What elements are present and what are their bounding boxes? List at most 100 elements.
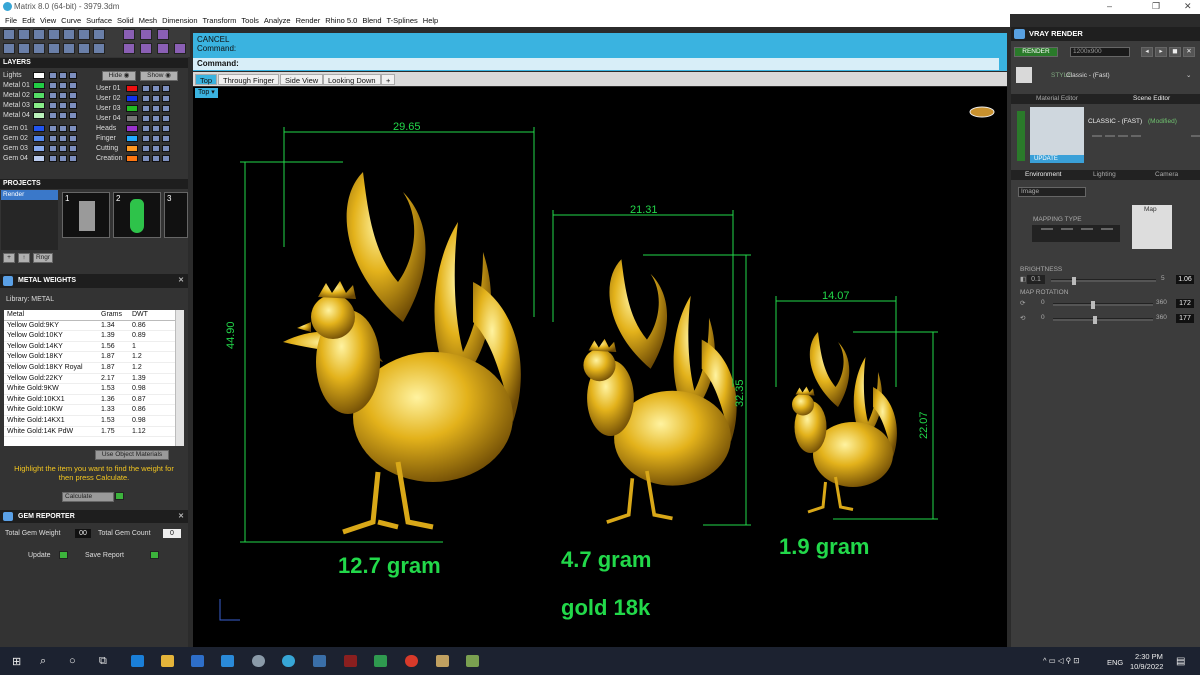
layer-name[interactable]: User 02 [96,94,121,103]
layer-color-swatch[interactable] [33,112,45,119]
tool-icon[interactable] [157,43,169,54]
tool-icon[interactable] [3,29,15,40]
command-input[interactable]: Command: [193,58,999,70]
tool-icon[interactable] [63,43,75,54]
table-row[interactable]: White Gold:14KX1 1.53 0.98 [4,416,184,427]
layer-select-icon[interactable] [162,85,170,92]
rhino-icon[interactable] [252,655,265,667]
save-report-go-icon[interactable] [150,551,159,559]
notification-icon[interactable]: ▤ [1176,656,1185,667]
layer-name[interactable]: Heads [96,124,116,133]
menu-rhino[interactable]: Rhino 5.0 [325,16,357,25]
layer-select-icon[interactable] [162,105,170,112]
scene-tool-icon[interactable] [1118,135,1128,137]
layer-select-icon[interactable] [69,135,77,142]
layer-visibility-icon[interactable] [142,125,150,132]
table-row[interactable]: Yellow Gold:9KY 1.34 0.86 [4,321,184,332]
tab-environment[interactable]: Environment [1025,171,1062,178]
table-row[interactable]: White Gold:9KW 1.53 0.98 [4,384,184,395]
layer-color-swatch[interactable] [126,105,138,112]
layer-select-icon[interactable] [162,145,170,152]
save-report-button[interactable]: Save Report [85,551,124,560]
layer-lock-icon[interactable] [59,155,67,162]
search-icon[interactable]: ⌕ [40,655,46,668]
calculate-go-icon[interactable] [115,492,124,500]
layer-name[interactable]: User 01 [96,84,121,93]
language-indicator[interactable]: ENG [1107,658,1123,667]
game-icon[interactable] [344,655,357,667]
expand-handle[interactable] [1017,111,1025,161]
layer-select-icon[interactable] [69,155,77,162]
hide-button[interactable]: Hide ◉ [102,71,136,81]
tool-icon[interactable] [33,29,45,40]
tool-icon[interactable] [78,43,90,54]
layer-lock-icon[interactable] [152,105,160,112]
menu-solid[interactable]: Solid [117,16,134,25]
layer-color-swatch[interactable] [126,95,138,102]
menu-surface[interactable]: Surface [86,16,112,25]
table-row[interactable]: White Gold:10KX1 1.36 0.87 [4,395,184,406]
photos-icon[interactable] [313,655,326,667]
clock-date[interactable]: 10/9/2022 [1130,662,1163,671]
tool-icon[interactable] [48,43,60,54]
layer-name[interactable]: Lights [3,71,22,80]
tool-icon[interactable] [18,43,30,54]
layer-visibility-icon[interactable] [142,95,150,102]
restore-icon[interactable]: ❐ [1152,1,1160,12]
update-go-icon[interactable] [59,551,68,559]
file-explorer-icon[interactable] [161,655,174,667]
layer-lock-icon[interactable] [59,82,67,89]
scene-tool-icon[interactable] [1131,135,1141,137]
tab-scene-editor[interactable]: Scene Editor [1133,95,1170,102]
tool-icon[interactable] [123,29,135,40]
command-bar[interactable]: CANCEL Command: Command: [193,33,1007,71]
layer-select-icon[interactable] [69,145,77,152]
menu-curve[interactable]: Curve [61,16,81,25]
up-project-button[interactable]: ↑ [18,253,30,263]
add-project-button[interactable]: + [3,253,15,263]
layer-name[interactable]: Finger [96,134,116,143]
windows-start-icon[interactable]: ⊞ [12,655,21,668]
excel-icon[interactable] [374,655,387,667]
close-render-icon[interactable]: ✕ [1183,47,1195,57]
chrome-icon[interactable] [405,655,418,667]
menu-render[interactable]: Render [296,16,321,25]
layer-visibility-icon[interactable] [49,102,57,109]
map-thumbnail[interactable]: Map [1132,205,1172,249]
tab-top[interactable]: Top [195,74,218,85]
layer-color-swatch[interactable] [33,102,45,109]
layer-color-swatch[interactable] [33,82,45,89]
layer-visibility-icon[interactable] [49,112,57,119]
layer-color-swatch[interactable] [33,145,45,152]
tool-icon[interactable] [78,29,90,40]
layer-visibility-icon[interactable] [49,145,57,152]
layer-visibility-icon[interactable] [49,155,57,162]
close-icon[interactable]: ✕ [178,274,184,288]
tool-icon[interactable] [93,43,105,54]
layer-color-swatch[interactable] [126,135,138,142]
layer-select-icon[interactable] [162,135,170,142]
scene-tool-icon[interactable] [1105,135,1115,137]
layer-select-icon[interactable] [69,92,77,99]
scene-tool-icon[interactable] [1092,135,1102,137]
environment-type-select[interactable]: Image [1018,187,1086,197]
layer-name[interactable]: Gem 02 [3,134,28,143]
update-button[interactable]: UPDATE [1030,155,1084,163]
close-icon[interactable]: ✕ [178,510,184,523]
layer-select-icon[interactable] [162,155,170,162]
ring-button[interactable]: Rngr [33,253,53,263]
tab-through-finger[interactable]: Through Finger [218,74,280,85]
project-slot-2[interactable]: 2 [113,192,161,238]
layer-lock-icon[interactable] [59,125,67,132]
settings-icon[interactable]: ◼ [1169,47,1181,57]
menu-analyze[interactable]: Analyze [264,16,291,25]
tool-icon[interactable] [48,29,60,40]
layer-color-swatch[interactable] [126,115,138,122]
layer-color-swatch[interactable] [126,125,138,132]
tool-icon[interactable] [174,43,186,54]
tool-icon[interactable] [140,29,152,40]
layer-lock-icon[interactable] [152,135,160,142]
show-button[interactable]: Show ◉ [140,71,178,81]
layer-lock-icon[interactable] [152,85,160,92]
layer-name[interactable]: Gem 01 [3,124,28,133]
